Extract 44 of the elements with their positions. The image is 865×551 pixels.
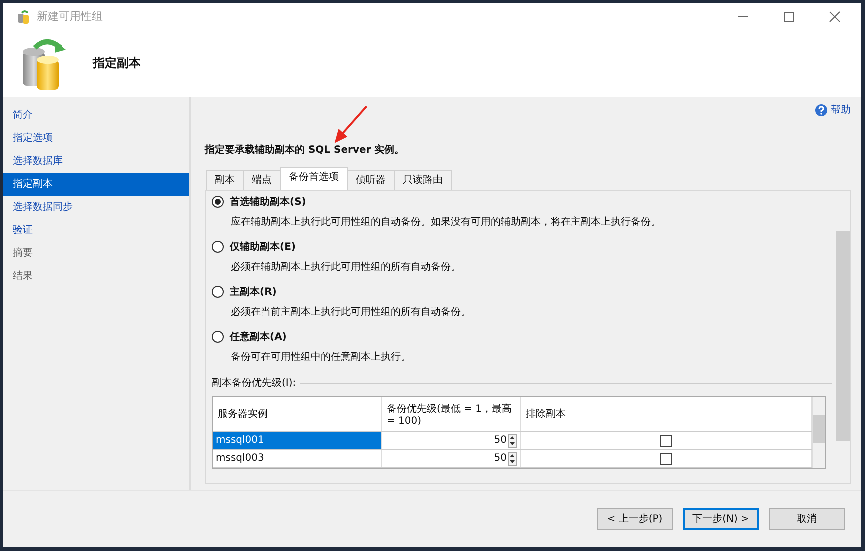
sidebar-item[interactable]: 验证 xyxy=(3,219,189,242)
priority-value: 50 xyxy=(494,435,507,446)
checkbox[interactable] xyxy=(660,434,672,446)
sidebar-item[interactable]: 指定选项 xyxy=(3,127,189,150)
help-icon xyxy=(815,104,828,116)
column-header: 备份优先级(最低 = 1，最高 = 100) xyxy=(382,397,520,432)
app-icon xyxy=(17,10,31,24)
help-link[interactable]: 帮助 xyxy=(815,101,851,119)
option-label: 主副本(R) xyxy=(230,285,277,299)
sidebar-item[interactable]: 选择数据库 xyxy=(3,150,189,173)
option-label: 任意副本(A) xyxy=(230,330,287,344)
tab[interactable]: 副本 xyxy=(206,170,244,190)
instruction-text: 指定要承载辅助副本的 SQL Server 实例。 xyxy=(205,143,406,157)
option-description: 必须在辅助副本上执行此可用性组的所有自动备份。 xyxy=(230,260,462,274)
dialog-button[interactable]: < 上一步(P) xyxy=(597,508,673,530)
column-header: 排除副本 xyxy=(520,397,812,432)
sidebar-item[interactable]: 简介 xyxy=(3,104,189,127)
close-icon[interactable] xyxy=(829,10,841,22)
checkbox[interactable] xyxy=(660,452,672,464)
option-label: 首选辅助副本(S) xyxy=(230,196,306,209)
sidebar-item[interactable]: 选择数据同步 xyxy=(3,196,189,219)
group-label: 副本备份优先级(I): xyxy=(212,376,296,390)
tab[interactable]: 备份首选项 xyxy=(280,167,348,190)
spinner-icon[interactable] xyxy=(508,452,517,466)
dialog-button[interactable]: 下一步(N) > xyxy=(683,508,759,530)
option-label: 仅辅助副本(E) xyxy=(230,240,296,254)
radio-button[interactable] xyxy=(212,286,224,298)
radio-button[interactable] xyxy=(212,241,224,253)
maximize-icon[interactable] xyxy=(783,10,795,22)
option-description: 应在辅助副本上执行此可用性组的自动备份。如果没有可用的辅助副本，将在主副本上执行备份。 xyxy=(230,216,662,229)
priority-value: 50 xyxy=(494,453,507,464)
spinner-icon[interactable] xyxy=(508,434,517,448)
option-description: 备份可在可用性组中的任意副本上执行。 xyxy=(230,350,412,364)
radio-button[interactable] xyxy=(212,196,224,208)
window-title: 新建可用性组 xyxy=(37,9,103,24)
radio-button[interactable] xyxy=(212,331,224,343)
sidebar-item[interactable]: 指定副本 xyxy=(3,173,189,196)
option-description: 必须在当前主副本上执行此可用性组的所有自动备份。 xyxy=(230,306,472,319)
page-heading: 指定副本 xyxy=(93,55,141,72)
scrollbar[interactable] xyxy=(812,397,825,468)
dialog-button[interactable]: 取消 xyxy=(769,508,845,530)
table-cell[interactable]: mssql003 xyxy=(213,450,382,468)
table-cell[interactable]: mssql001 xyxy=(213,432,382,450)
tab[interactable]: 只读路由 xyxy=(394,170,452,190)
